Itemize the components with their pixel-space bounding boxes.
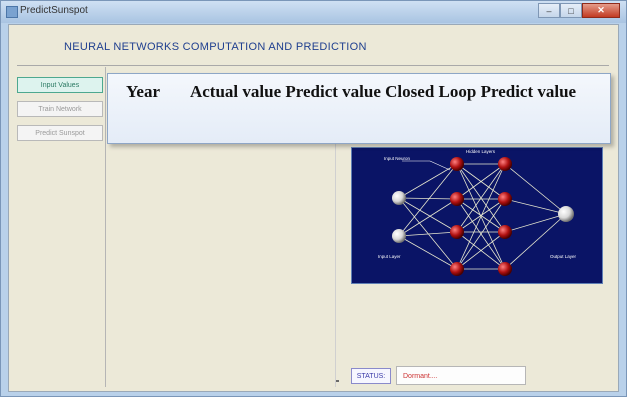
status-label: STATUS:	[351, 368, 391, 384]
title-bar[interactable]: PredictSunspot – □ ✕	[1, 1, 626, 23]
input-node	[392, 191, 406, 205]
connection-line	[398, 235, 458, 270]
output-node	[558, 206, 574, 222]
sidebar: Input Values Train Network Predict Sunsp…	[17, 77, 103, 149]
app-icon	[6, 6, 18, 18]
connection-line	[504, 213, 567, 270]
hidden-node	[498, 192, 512, 206]
window-controls: – □ ✕	[538, 3, 620, 19]
hidden-node	[450, 262, 464, 276]
hidden-node	[450, 192, 464, 206]
heading-divider	[17, 65, 609, 66]
connection-line	[398, 198, 458, 237]
hidden-node	[450, 157, 464, 171]
network-diagram-svg: Input Neuron Hidden Layers Input Layer Outp…	[378, 149, 577, 276]
input-node	[392, 229, 406, 243]
maximize-button[interactable]: □	[560, 3, 582, 18]
column-header-year: Year	[126, 82, 160, 101]
close-button[interactable]: ✕	[582, 3, 620, 18]
page-title: NEURAL NETWORKS COMPUTATION AND PREDICTI…	[64, 41, 367, 53]
connection-line	[398, 197, 458, 200]
connection-line	[398, 197, 458, 233]
hidden-layers-label: Hidden Layers	[466, 149, 496, 154]
connection-line	[398, 163, 458, 237]
hidden-node	[498, 157, 512, 171]
results-table-header: Year Actual value Predict value Closed Lo…	[107, 73, 611, 144]
app-window: PredictSunspot – □ ✕ NEURAL NETWORKS COM…	[0, 0, 627, 397]
column-header-predict-value: Predict value	[285, 82, 381, 101]
hidden-node	[498, 262, 512, 276]
connection-line	[398, 197, 458, 270]
output-layer-label: Output Layer	[550, 254, 577, 259]
input-layer-label: Input Layer	[378, 254, 401, 259]
input-values-button[interactable]: Input Values	[17, 77, 103, 93]
connection-line	[504, 213, 567, 233]
sidebar-divider	[105, 67, 106, 387]
input-neuron-callout	[429, 160, 451, 171]
hidden-node	[498, 225, 512, 239]
input-neuron-label: Input Neuron	[384, 156, 411, 161]
minimize-button[interactable]: –	[538, 3, 560, 18]
hidden-node	[450, 225, 464, 239]
train-network-button[interactable]: Train Network	[17, 101, 103, 117]
window-title: PredictSunspot	[20, 5, 88, 16]
column-header-closed-loop-predict-value: Closed Loop Predict value	[385, 82, 577, 101]
network-diagram: Input Neuron Hidden Layers Input Layer Outp…	[351, 147, 603, 284]
connection-line	[398, 231, 458, 237]
cursor-marker	[336, 380, 339, 382]
column-header-actual-value: Actual value	[189, 82, 282, 101]
predict-sunspot-button[interactable]: Predict Sunspot	[17, 125, 103, 141]
status-field: Dormant....	[396, 366, 526, 385]
